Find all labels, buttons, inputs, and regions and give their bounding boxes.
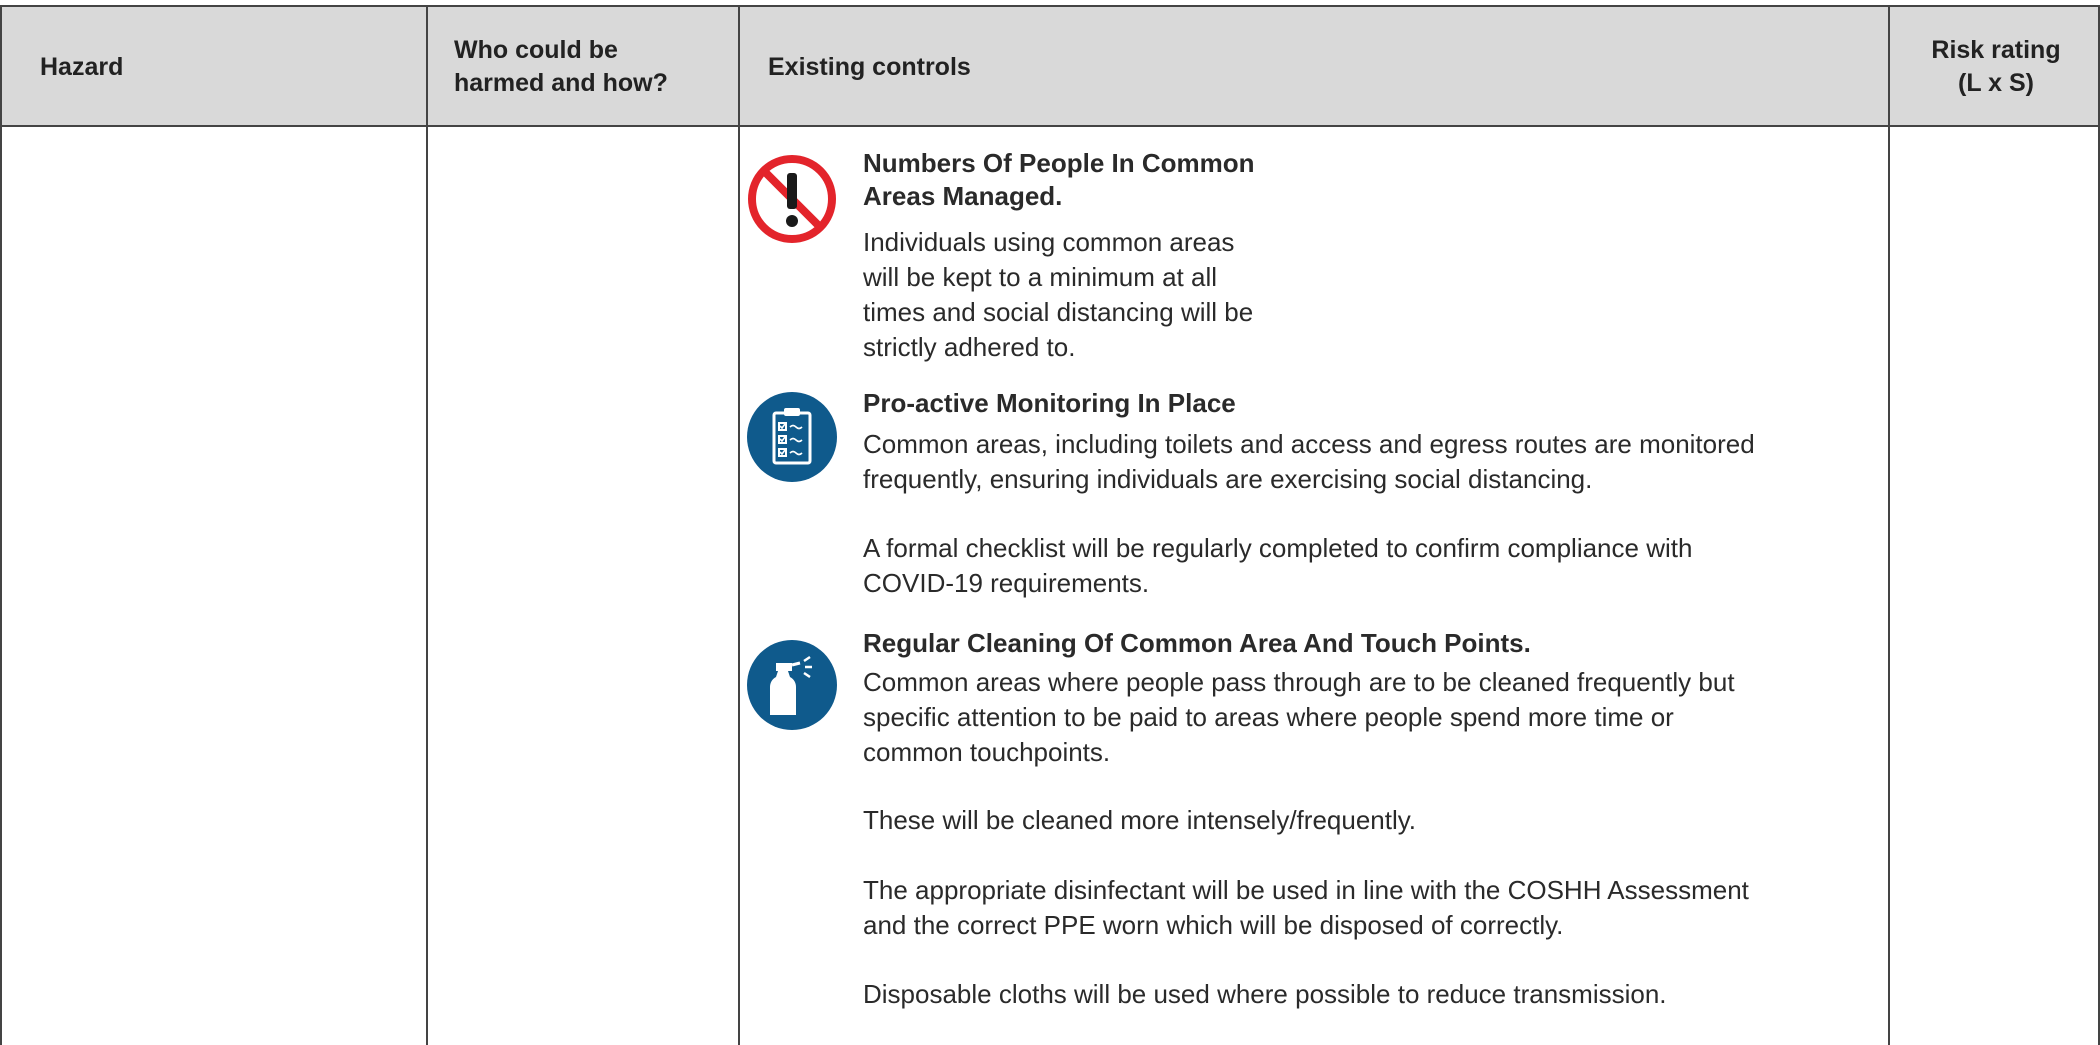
- control-paragraph: These will be cleaned more intensely/fre…: [863, 805, 1417, 835]
- table-header-row: Hazard Who could be harmed and how? Exis…: [2, 7, 2100, 127]
- column-divider: [426, 7, 428, 1045]
- control-paragraph: Common areas where people pass through a…: [863, 667, 1735, 767]
- risk-assessment-table: Hazard Who could be harmed and how? Exis…: [0, 5, 2100, 1045]
- control-paragraph: Individuals using common areas will be k…: [863, 227, 1254, 362]
- control-item: Numbers Of People In Common Areas Manage…: [746, 147, 1866, 377]
- spray-bottle-icon: [747, 640, 837, 730]
- header-hazard: Hazard: [40, 52, 124, 81]
- control-paragraph: Common areas, including toilets and acce…: [863, 429, 1755, 494]
- control-title: Pro-active Monitoring In Place: [863, 388, 1236, 418]
- no-entry-exclamation-icon: [748, 155, 836, 243]
- header-risk-rating: Risk rating (L x S): [1931, 36, 2061, 97]
- control-title: Regular Cleaning Of Common Area And Touc…: [863, 628, 1531, 658]
- clipboard-checklist-icon: [747, 392, 837, 482]
- header-who-could-be-harmed: Who could be harmed and how?: [454, 36, 668, 97]
- control-item: Regular Cleaning Of Common Area And Touc…: [746, 627, 1866, 1027]
- control-paragraph: Disposable cloths will be used where pos…: [863, 979, 1667, 1009]
- control-item: Pro-active Monitoring In Place Common ar…: [746, 387, 1866, 607]
- control-paragraph: A formal checklist will be regularly com…: [863, 533, 1693, 598]
- control-paragraph: The appropriate disinfectant will be use…: [863, 875, 1749, 940]
- column-divider: [1888, 7, 1890, 1045]
- control-title: Numbers Of People In Common Areas Manage…: [863, 148, 1255, 211]
- column-divider: [738, 7, 740, 1045]
- header-existing-controls: Existing controls: [768, 52, 971, 81]
